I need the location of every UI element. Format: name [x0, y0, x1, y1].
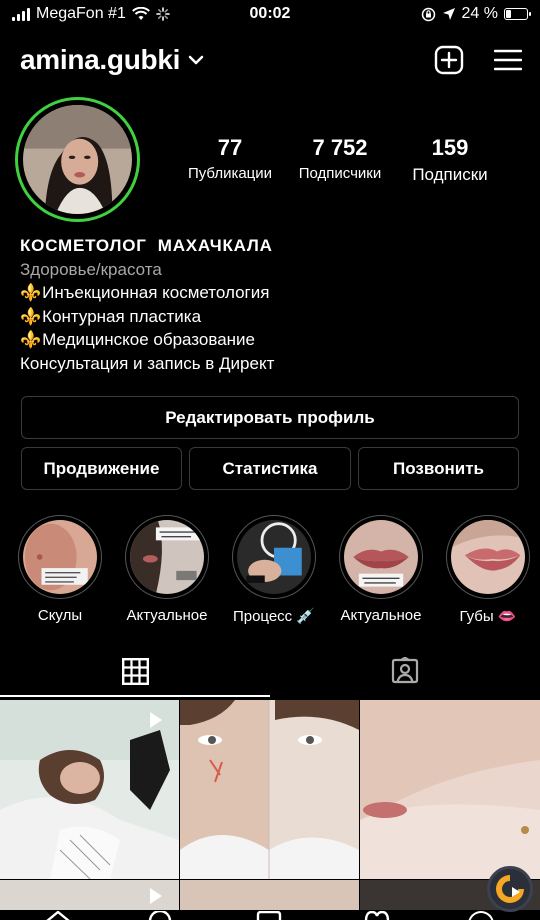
highlight-label: Губы 👄	[459, 608, 517, 625]
posts-count[interactable]: 77 Публикации	[180, 135, 280, 185]
stat-number: 159	[431, 135, 469, 160]
grid-icon[interactable]	[122, 658, 149, 685]
highlight-label: Актуальное	[340, 607, 422, 624]
username[interactable]: amina.gubki	[20, 44, 180, 76]
fleur-de-lis-icon: ⚜️	[20, 306, 42, 326]
profile-category: Здоровье/красота	[20, 259, 162, 279]
stat-label: Подписчики	[298, 165, 382, 182]
highlight-label: Скулы	[37, 607, 83, 624]
active-tab-indicator	[0, 695, 270, 697]
status-bar: MegaFon #1 00:02 24 %	[0, 0, 540, 30]
bio-cta: Консультация и запись в Директ	[20, 353, 275, 373]
promotion-button[interactable]: Продвижение	[21, 447, 182, 490]
profile-stats: 77 Публикации 7 752 Подписчики 159 Подпи…	[180, 135, 500, 185]
new-post-icon[interactable]	[434, 45, 464, 75]
post-thumbnail[interactable]	[180, 700, 359, 879]
highlight-cover	[23, 520, 97, 594]
status-right: 24 %	[421, 5, 531, 23]
heart-icon[interactable]	[364, 911, 390, 920]
tagged-icon[interactable]	[391, 657, 419, 685]
fleur-de-lis-icon: ⚜️	[20, 330, 42, 349]
battery-percent: 24 %	[461, 5, 498, 22]
bio-line: ⚜️Медицинское образование	[20, 330, 256, 349]
highlight-item[interactable]: Губы 👄	[446, 515, 530, 625]
chevron-down-icon[interactable]	[188, 54, 204, 66]
edit-profile-button[interactable]: Редактировать профиль	[21, 396, 519, 439]
highlight-cover	[344, 520, 418, 594]
highlight-cover	[237, 520, 311, 594]
highlight-ring	[339, 515, 423, 599]
call-button[interactable]: Позвонить	[358, 447, 519, 490]
highlight-ring	[125, 515, 209, 599]
assistant-icon	[496, 875, 524, 903]
highlight-cover	[130, 520, 204, 594]
stat-label: Публикации	[187, 165, 273, 182]
reels-icon[interactable]	[256, 911, 282, 920]
avatar	[23, 105, 132, 214]
menu-icon[interactable]	[494, 48, 522, 72]
home-icon[interactable]	[45, 911, 71, 920]
highlight-ring	[232, 515, 316, 599]
highlight-label: Актуальное	[126, 607, 208, 624]
stat-number: 7 752	[312, 135, 368, 160]
insights-button[interactable]: Статистика	[189, 447, 351, 490]
profile-tabs	[0, 648, 540, 698]
highlight-item[interactable]: Скулы	[18, 515, 102, 624]
bio-line: ⚜️Контурная пластика	[20, 306, 202, 326]
highlight-label: Процесс 💉	[232, 608, 316, 625]
profile-tab-avatar[interactable]	[468, 911, 494, 920]
fleur-de-lis-icon: ⚜️	[20, 283, 42, 302]
followers-count[interactable]: 7 752 Подписчики	[290, 135, 390, 185]
highlight-item[interactable]: Процесс 💉	[232, 515, 316, 625]
battery-icon	[504, 8, 531, 20]
profile-header: amina.gubki	[20, 38, 522, 82]
highlight-ring	[18, 515, 102, 599]
highlight-cover	[451, 520, 525, 594]
highlight-item[interactable]: Актуальное	[339, 515, 423, 624]
following-count[interactable]: 159 Подписки	[400, 135, 500, 185]
orientation-lock-icon	[421, 7, 435, 21]
search-icon[interactable]	[147, 911, 173, 920]
profile-bio: КОСМЕТОЛОГ МАХАЧКАЛА Здоровье/красота ⚜️…	[20, 234, 274, 375]
stat-number: 77	[217, 135, 243, 160]
post-thumbnail[interactable]	[0, 700, 179, 879]
post-thumbnail[interactable]	[360, 700, 540, 879]
highlight-ring	[446, 515, 530, 599]
bottom-nav	[0, 905, 540, 920]
stat-label: Подписки	[412, 165, 488, 184]
bio-line: ⚜️Инъекционная косметология	[20, 283, 270, 302]
location-arrow-icon	[442, 8, 455, 20]
highlight-item[interactable]: Актуальное	[125, 515, 209, 624]
profile-name: КОСМЕТОЛОГ МАХАЧКАЛА	[20, 236, 273, 255]
avatar-story-ring[interactable]	[15, 97, 140, 222]
